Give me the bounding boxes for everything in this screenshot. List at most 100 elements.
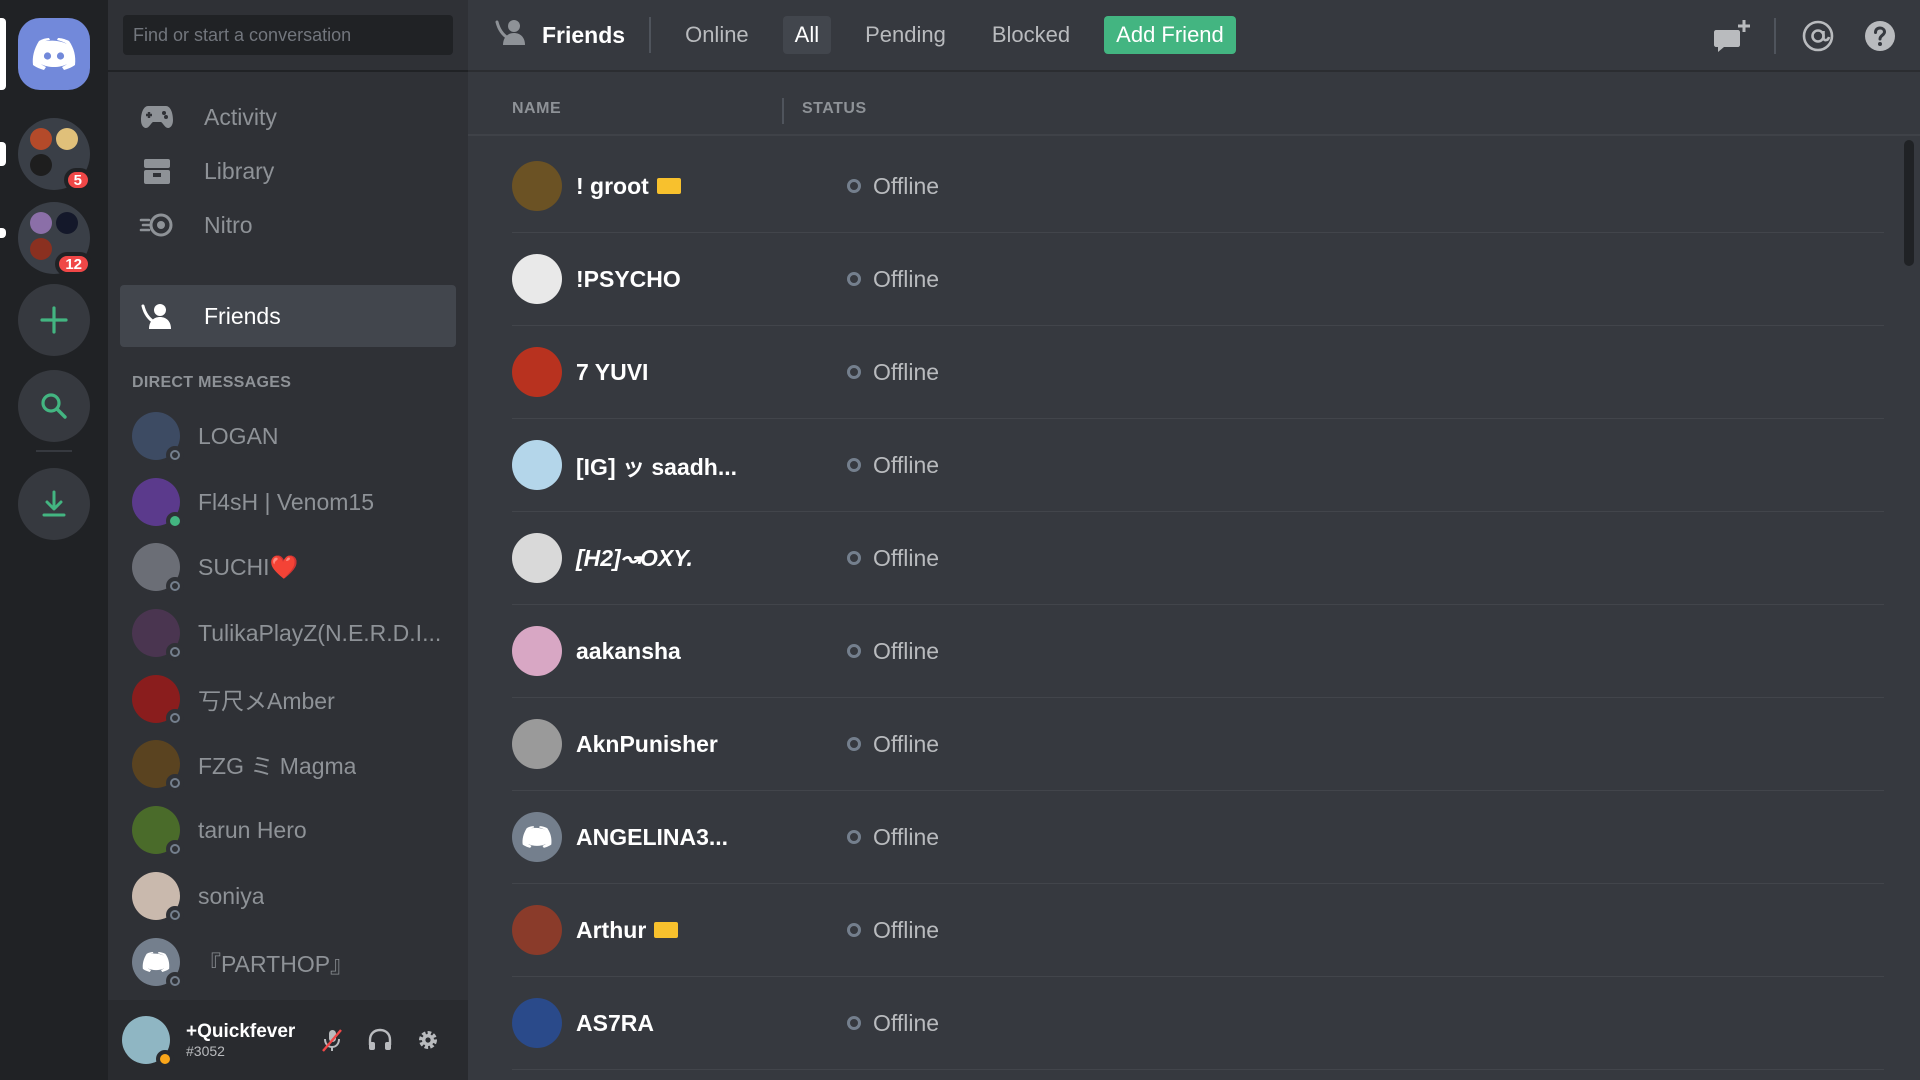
avatar	[512, 626, 562, 676]
server-mini-icon	[30, 154, 52, 176]
status-text: Offline	[873, 823, 940, 850]
server-folder-2[interactable]: 12	[18, 202, 92, 276]
user-avatar[interactable]	[122, 1016, 174, 1068]
server-mini-icon	[56, 212, 78, 234]
friend-name-wrap: Arthur	[576, 917, 679, 944]
avatar	[512, 161, 562, 211]
crown-emoji-icon	[656, 178, 681, 194]
friend-row[interactable]: Arthur Offline	[512, 884, 1884, 977]
nav-item-nitro[interactable]: Nitro	[120, 194, 456, 256]
dm-name: SUCHI❤️	[198, 553, 299, 580]
dm-item[interactable]: soniya	[132, 869, 452, 924]
dm-item[interactable]: TulikaPlayZ(N.E.R.D.I...	[132, 606, 452, 661]
friends-icon	[138, 302, 176, 330]
active-pill	[0, 18, 6, 90]
user-panel: +Quickfever #3052	[108, 1000, 468, 1080]
server-mini-icon	[30, 238, 52, 260]
add-friend-button[interactable]: Add Friend	[1104, 16, 1236, 54]
friend-status: Offline	[847, 917, 939, 944]
user-settings-button[interactable]	[408, 1020, 448, 1060]
rail-divider	[36, 450, 72, 452]
friend-status: Offline	[847, 545, 939, 572]
status-offline-indicator	[847, 458, 861, 472]
plus-icon	[40, 306, 68, 334]
friend-row[interactable]: [IG] ッ saadh... Offline	[512, 419, 1884, 512]
status-text: Offline	[873, 172, 940, 199]
scrollbar-thumb[interactable]	[1904, 140, 1914, 266]
nav-item-library[interactable]: Library	[120, 140, 456, 202]
friend-name-wrap: ! groot	[576, 173, 681, 200]
download-apps-button[interactable]	[18, 468, 90, 540]
microphone-muted-icon	[322, 1029, 342, 1052]
avatar	[132, 412, 184, 464]
avatar	[132, 478, 184, 530]
friend-row[interactable]: AknPunisher Offline	[512, 698, 1884, 791]
server-folder-1[interactable]: 5	[18, 118, 92, 192]
column-divider	[782, 98, 784, 124]
tab-blocked[interactable]: Blocked	[980, 16, 1082, 54]
server-mini-icon	[30, 128, 52, 150]
friend-row[interactable]: [H2]↝OXY. Offline	[512, 512, 1884, 605]
friend-row[interactable]: ANGELINA3... Offline	[512, 791, 1884, 884]
server-rail: 5 12	[0, 0, 108, 1080]
status-offline-indicator	[166, 577, 184, 595]
dm-item[interactable]: SUCHI❤️	[132, 540, 452, 595]
dm-item[interactable]: Fl4sH | Venom15	[132, 475, 452, 530]
status-text: Offline	[873, 544, 940, 571]
status-offline-indicator	[166, 709, 184, 727]
friend-name: aakansha	[576, 637, 681, 664]
nav-item-friends[interactable]: Friends	[120, 285, 456, 347]
dm-name: 丂尺メAmber	[198, 688, 335, 714]
dm-item[interactable]: FZG ミ Magma	[132, 737, 452, 792]
discord-logo-icon	[522, 826, 552, 848]
header-divider	[468, 134, 1920, 136]
new-group-dm-button[interactable]	[1712, 16, 1752, 56]
tab-pending[interactable]: Pending	[853, 16, 958, 54]
mute-button[interactable]	[312, 1020, 352, 1060]
friend-name: 7 YUVI	[576, 358, 649, 385]
friend-row[interactable]: aakansha Offline	[512, 605, 1884, 698]
tab-online[interactable]: Online	[673, 16, 761, 54]
friend-row[interactable]: ! groot Offline	[512, 140, 1884, 233]
topbar-divider	[649, 17, 652, 53]
topbar-divider	[1774, 18, 1776, 54]
direct-messages-header: DIRECT MESSAGES	[132, 374, 292, 391]
status-text: Offline	[873, 637, 940, 664]
friend-row[interactable]: !PSYCHO Offline	[512, 233, 1884, 326]
add-server-button[interactable]	[18, 284, 90, 356]
avatar	[512, 440, 562, 490]
dm-item[interactable]: LOGAN	[132, 409, 452, 464]
friend-name: [IG] ッ saadh...	[576, 454, 738, 480]
friend-status: Offline	[847, 452, 939, 479]
dm-item[interactable]: 『PARTHOP』	[132, 935, 452, 990]
topbar-actions	[1690, 0, 1920, 72]
mentions-button[interactable]	[1798, 16, 1838, 56]
deafen-button[interactable]	[360, 1020, 400, 1060]
avatar	[132, 872, 184, 924]
status-offline-indicator	[847, 272, 861, 286]
avatar	[512, 905, 562, 955]
status-text: Offline	[873, 1009, 940, 1036]
nav-item-activity[interactable]: Activity	[120, 86, 456, 148]
conversation-search-input[interactable]: Find or start a conversation	[123, 15, 453, 55]
friends-icon	[494, 18, 528, 52]
tab-all[interactable]: All	[782, 16, 832, 54]
friend-name: AknPunisher	[576, 730, 718, 757]
dm-name: TulikaPlayZ(N.E.R.D.I...	[198, 619, 442, 646]
dm-item[interactable]: tarun Hero	[132, 803, 452, 858]
dm-name: Fl4sH | Venom15	[198, 488, 375, 515]
help-button[interactable]	[1860, 16, 1900, 56]
status-offline-indicator	[847, 179, 861, 193]
friend-row[interactable]: AS7RA Offline	[512, 977, 1884, 1070]
friend-status: Offline	[847, 731, 939, 758]
at-icon	[1802, 20, 1834, 52]
dm-item[interactable]: 丂尺メAmber	[132, 672, 452, 727]
explore-servers-button[interactable]	[18, 370, 90, 442]
friend-status: Offline	[847, 359, 939, 386]
home-button[interactable]	[18, 18, 90, 90]
dm-name: 『PARTHOP』	[198, 951, 354, 977]
status-offline-indicator	[847, 830, 861, 844]
status-offline-indicator	[847, 1016, 861, 1030]
friend-row[interactable]: 7 YUVI Offline	[512, 326, 1884, 419]
server-mini-icon	[30, 212, 52, 234]
